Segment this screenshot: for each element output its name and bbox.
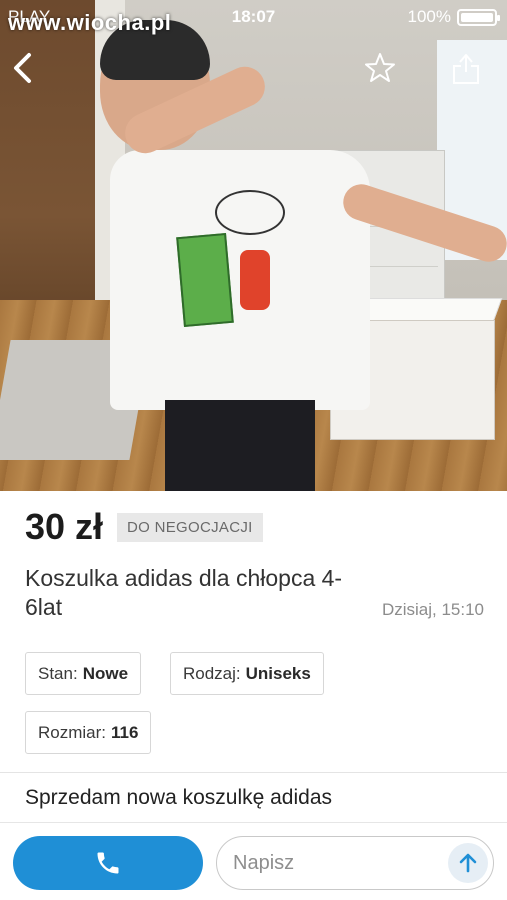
attribute-value: 116 <box>111 722 139 742</box>
listing-title: Koszulka adidas dla chłopca 4-6lat <box>25 565 343 620</box>
attribute-label: Rozmiar: <box>38 722 107 742</box>
battery-percent: 100% <box>407 7 451 26</box>
message-box <box>216 836 494 890</box>
arrow-up-icon <box>459 853 477 873</box>
listing-description: Sprzedam nowa koszulkę adidas <box>25 786 333 809</box>
attribute-value: Nowe <box>82 663 129 683</box>
listing-date: Dzisiaj, 15:10 <box>381 600 484 619</box>
divider <box>0 772 507 773</box>
listing-photo[interactable] <box>0 0 507 491</box>
photo-shirt-bubble <box>215 190 285 235</box>
share-icon <box>453 54 479 84</box>
call-button[interactable] <box>13 836 203 890</box>
photo-pants <box>165 400 315 491</box>
back-button[interactable] <box>4 48 44 88</box>
phone-icon <box>97 852 119 874</box>
attribute-value: Uniseks <box>245 663 311 683</box>
photo-shirt-drawing <box>176 232 234 328</box>
photo-shirt-figure <box>240 250 270 310</box>
attribute-chip-condition: Stan: Nowe <box>25 652 142 695</box>
negotiable-badge: DO NEGOCJACJI <box>117 512 263 542</box>
message-input[interactable] <box>233 837 433 889</box>
star-icon <box>365 53 395 82</box>
attribute-label: Stan: <box>38 663 78 683</box>
attribute-label: Rodzaj: <box>183 663 241 683</box>
price-row: 30 zł DO NEGOCJACJI <box>25 506 263 547</box>
price: 30 zł <box>25 506 104 547</box>
watermark: www.wiocha.pl <box>8 10 172 35</box>
battery-icon <box>457 9 500 26</box>
send-button[interactable] <box>448 843 488 883</box>
attribute-chip-gender: Rodzaj: Uniseks <box>170 652 324 695</box>
chevron-left-icon <box>14 53 31 83</box>
bottom-action-bar <box>0 822 507 900</box>
share-button[interactable] <box>446 48 486 88</box>
favorite-button[interactable] <box>360 48 400 88</box>
attribute-chip-size: Rozmiar: 116 <box>25 711 152 754</box>
